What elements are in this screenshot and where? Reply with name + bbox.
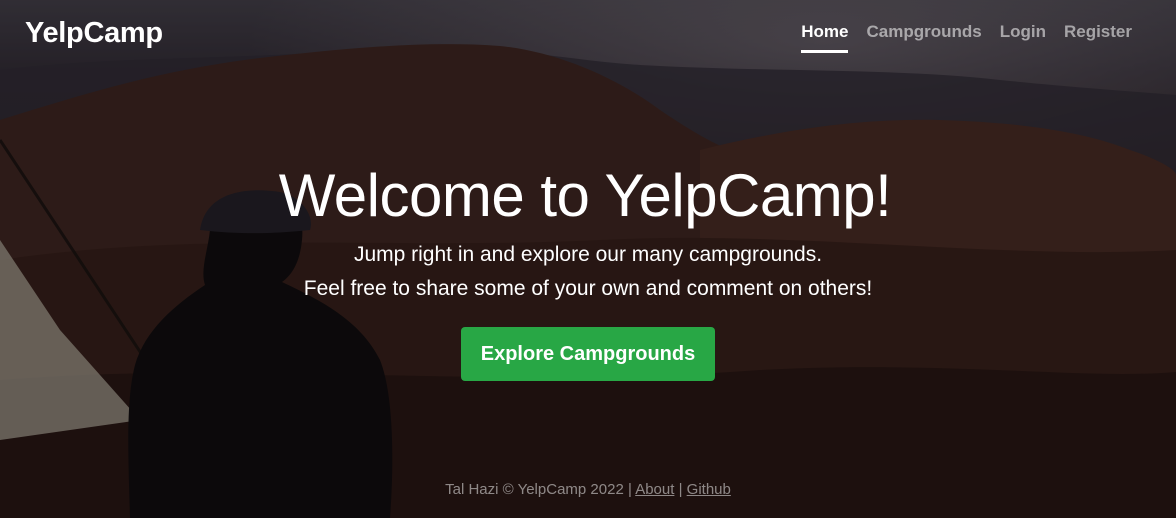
explore-campgrounds-button[interactable]: Explore Campgrounds <box>460 327 716 381</box>
brand-logo[interactable]: YelpCamp <box>25 17 163 50</box>
footer-separator: | <box>678 481 683 498</box>
footer: Tal Hazi © YelpCamp 2022 | About | Githu… <box>0 481 1176 498</box>
footer-github-link[interactable]: Github <box>687 481 731 498</box>
nav-links: Home Campgrounds Login Register <box>801 22 1132 53</box>
footer-about-link[interactable]: About <box>635 481 674 498</box>
hero-lead-line-2: Feel free to share some of your own and … <box>303 277 873 300</box>
top-navbar: YelpCamp Home Campgrounds Login Register <box>0 0 1176 70</box>
nav-login-link[interactable]: Login <box>1000 22 1046 53</box>
nav-register-link[interactable]: Register <box>1064 22 1132 53</box>
nav-campgrounds-link[interactable]: Campgrounds <box>866 22 981 53</box>
hero-section: Welcome to YelpCamp! Jump right in and e… <box>0 158 1176 381</box>
hero-title: Welcome to YelpCamp! <box>278 162 892 229</box>
footer-copyright: Tal Hazi © YelpCamp 2022 | <box>445 481 632 498</box>
nav-home-link[interactable]: Home <box>801 22 849 53</box>
hero-lead-line-1: Jump right in and explore our many campg… <box>353 243 823 266</box>
